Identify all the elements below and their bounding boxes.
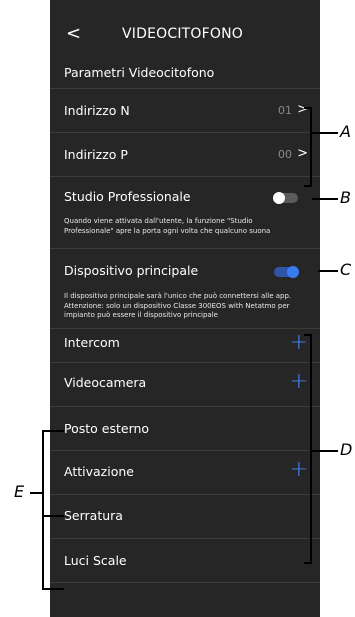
- callout-d-bracket: [304, 562, 312, 564]
- callout-e-leader: [30, 492, 42, 494]
- address-p-value: 00: [278, 148, 292, 161]
- list-item-videocamera[interactable]: Videocamera +: [50, 362, 320, 396]
- plus-icon[interactable]: +: [290, 371, 308, 393]
- studio-toggle[interactable]: [273, 192, 298, 204]
- section-title: Parametri Videocitofono: [64, 65, 215, 80]
- list-item-luci-scale[interactable]: Luci Scale: [50, 538, 320, 582]
- callout-d-leader: [310, 450, 338, 452]
- plus-icon[interactable]: +: [290, 332, 308, 354]
- header: < VIDEOCITOFONO: [50, 22, 320, 46]
- callout-c-label: C: [340, 260, 352, 279]
- callout-e-tick: [42, 515, 64, 517]
- list-item-label: Attivazione: [64, 464, 134, 479]
- callout-a-bracket: [304, 185, 312, 187]
- page-title: VIDEOCITOFONO: [122, 26, 243, 42]
- callout-e-label: E: [14, 482, 25, 501]
- callout-a-bracket: [310, 107, 312, 187]
- address-n-row[interactable]: Indirizzo N 01 >: [50, 88, 320, 132]
- toggle-knob: [287, 266, 299, 278]
- callout-a-bracket: [304, 107, 312, 109]
- callout-d-bracket: [304, 334, 312, 336]
- main-device-description: Il dispositivo principale sarà l'unico c…: [64, 292, 292, 319]
- chevron-right-icon: >: [297, 146, 308, 161]
- main-device-row: Dispositivo principale Il dispositivo pr…: [50, 248, 320, 328]
- main-device-label: Dispositivo principale: [64, 263, 199, 278]
- list-item-intercom[interactable]: Intercom +: [50, 328, 320, 362]
- callout-e-bracket: [42, 430, 44, 590]
- address-p-row[interactable]: Indirizzo P 00 >: [50, 132, 320, 176]
- chevron-left-icon[interactable]: <: [66, 22, 81, 46]
- toggle-knob: [273, 192, 285, 204]
- address-n-value: 01: [278, 104, 292, 117]
- address-p-label: Indirizzo P: [64, 147, 128, 162]
- divider: [50, 582, 320, 583]
- phone-screen: < VIDEOCITOFONO Parametri Videocitofono …: [50, 0, 320, 617]
- list-item-label: Serratura: [64, 508, 123, 523]
- plus-icon[interactable]: +: [290, 459, 308, 481]
- main-device-toggle[interactable]: [274, 266, 299, 278]
- callout-e-tick: [42, 588, 64, 590]
- list-item-label: Intercom: [64, 335, 120, 350]
- callout-b-leader: [312, 198, 338, 200]
- callout-a-label: A: [340, 122, 351, 141]
- address-n-label: Indirizzo N: [64, 103, 130, 118]
- callout-a-leader: [310, 132, 338, 134]
- chevron-right-icon: >: [297, 102, 308, 117]
- list-item-label: Videocamera: [64, 375, 147, 390]
- callout-b-label: B: [340, 188, 351, 207]
- list-item-serratura[interactable]: Serratura: [50, 494, 320, 538]
- studio-description: Quando viene attivata dall'utente, la fu…: [64, 217, 271, 235]
- studio-row: Studio Professionale Quando viene attiva…: [50, 176, 320, 248]
- callout-d-label: D: [340, 440, 353, 459]
- list-item-attivazione[interactable]: Attivazione +: [50, 450, 320, 494]
- studio-label: Studio Professionale: [64, 189, 191, 204]
- callout-e-tick: [42, 430, 64, 432]
- callout-d-bracket: [310, 334, 312, 564]
- list-item-label: Luci Scale: [64, 553, 127, 568]
- list-item-label: Posto esterno: [64, 421, 150, 436]
- list-item-posto-esterno[interactable]: Posto esterno: [50, 406, 320, 450]
- callout-c-leader: [318, 270, 338, 272]
